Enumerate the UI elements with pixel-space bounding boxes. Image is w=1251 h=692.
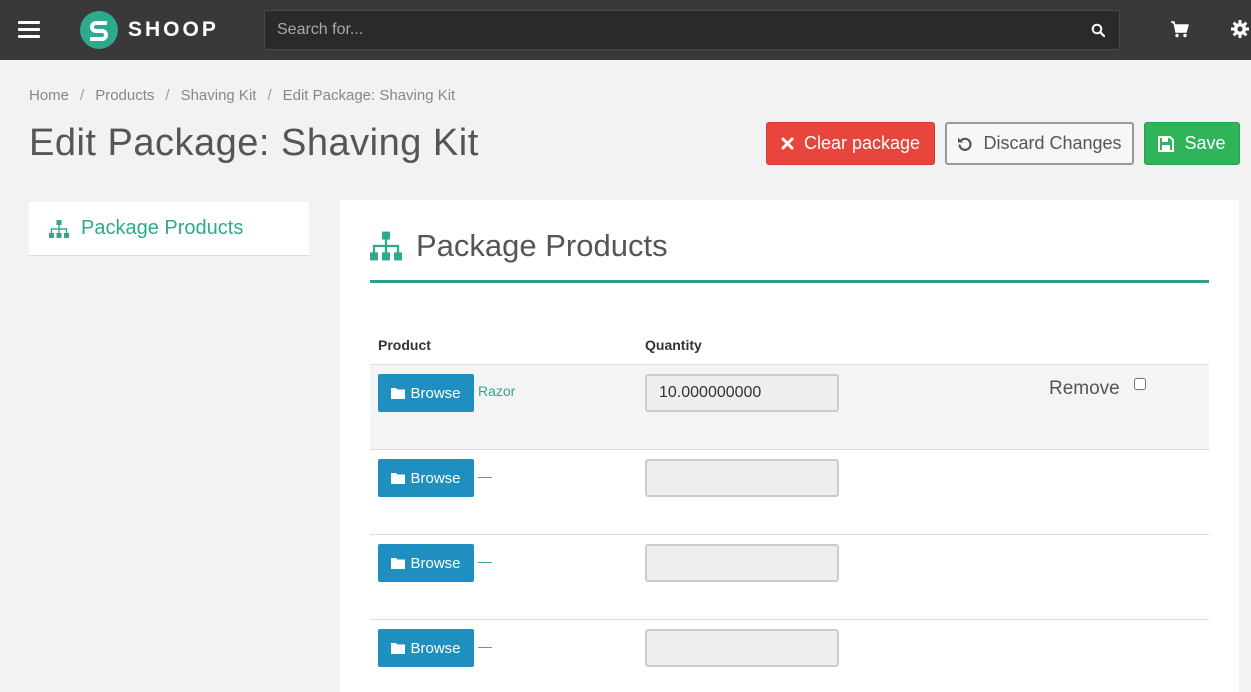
folder-icon — [391, 472, 406, 484]
browse-label: Browse — [410, 384, 461, 402]
breadcrumb-home[interactable]: Home — [29, 87, 69, 104]
breadcrumb-separator: / — [165, 87, 170, 104]
browse-button[interactable]: Browse — [378, 629, 474, 667]
package-products-panel: Package Products Product Quantity Browse… — [340, 200, 1239, 692]
product-link[interactable]: Razor — [478, 383, 515, 399]
panel-title: Package Products — [416, 228, 668, 263]
clear-package-button[interactable]: Clear package — [766, 122, 935, 165]
product-placeholder: — — [478, 468, 492, 484]
sidebar-item-label: Package Products — [81, 217, 244, 239]
shoop-logo-icon — [80, 11, 118, 49]
folder-icon — [391, 387, 406, 399]
search-icon[interactable] — [1091, 23, 1105, 37]
breadcrumb-shaving-kit[interactable]: Shaving Kit — [181, 87, 257, 104]
browse-label: Browse — [410, 639, 461, 657]
folder-icon — [391, 557, 406, 569]
browse-button[interactable]: Browse — [378, 374, 474, 412]
save-label: Save — [1184, 133, 1226, 153]
product-placeholder: — — [478, 553, 492, 569]
table-row: Browse Razor Remove — [370, 364, 1209, 449]
quantity-input[interactable] — [645, 459, 839, 497]
breadcrumb: Home / Products / Shaving Kit / Edit Pac… — [29, 87, 455, 104]
panel-header: Package Products — [370, 228, 1209, 283]
page-title: Edit Package: Shaving Kit — [29, 122, 479, 164]
table-row: Browse — — [370, 534, 1209, 619]
sidebar-item-package-products[interactable]: Package Products — [29, 202, 309, 256]
browse-button[interactable]: Browse — [378, 459, 474, 497]
menu-icon[interactable] — [18, 21, 40, 39]
browse-button[interactable]: Browse — [378, 544, 474, 582]
column-header-quantity: Quantity — [645, 337, 702, 353]
table-row: Browse — — [370, 449, 1209, 534]
product-placeholder: — — [478, 638, 492, 654]
cart-icon[interactable] — [1171, 21, 1189, 38]
sitemap-icon — [370, 231, 402, 261]
search-box — [264, 10, 1120, 50]
save-button[interactable]: Save — [1144, 122, 1240, 165]
discard-changes-label: Discard Changes — [983, 133, 1122, 153]
gear-icon[interactable] — [1230, 19, 1250, 39]
undo-icon — [957, 136, 973, 152]
browse-label: Browse — [410, 469, 461, 487]
breadcrumb-separator: / — [80, 87, 85, 104]
top-bar: SHOOP — [0, 0, 1251, 60]
breadcrumb-products[interactable]: Products — [95, 87, 154, 104]
column-header-product: Product — [378, 337, 431, 353]
breadcrumb-separator: / — [267, 87, 272, 104]
quantity-input[interactable] — [645, 544, 839, 582]
browse-label: Browse — [410, 554, 461, 572]
breadcrumb-current: Edit Package: Shaving Kit — [282, 87, 456, 104]
table-row: Browse — — [370, 619, 1209, 692]
remove-label: Remove — [1049, 378, 1120, 399]
remove-checkbox[interactable] — [1134, 378, 1146, 390]
clear-package-label: Clear package — [803, 133, 921, 153]
discard-changes-button[interactable]: Discard Changes — [945, 122, 1134, 165]
sitemap-icon — [49, 219, 69, 238]
floppy-icon — [1158, 135, 1175, 152]
search-input[interactable] — [265, 11, 1119, 49]
folder-icon — [391, 642, 406, 654]
logo-text: SHOOP — [128, 18, 219, 41]
close-icon — [781, 137, 794, 150]
logo[interactable]: SHOOP — [80, 11, 219, 49]
quantity-input[interactable] — [645, 374, 839, 412]
quantity-input[interactable] — [645, 629, 839, 667]
